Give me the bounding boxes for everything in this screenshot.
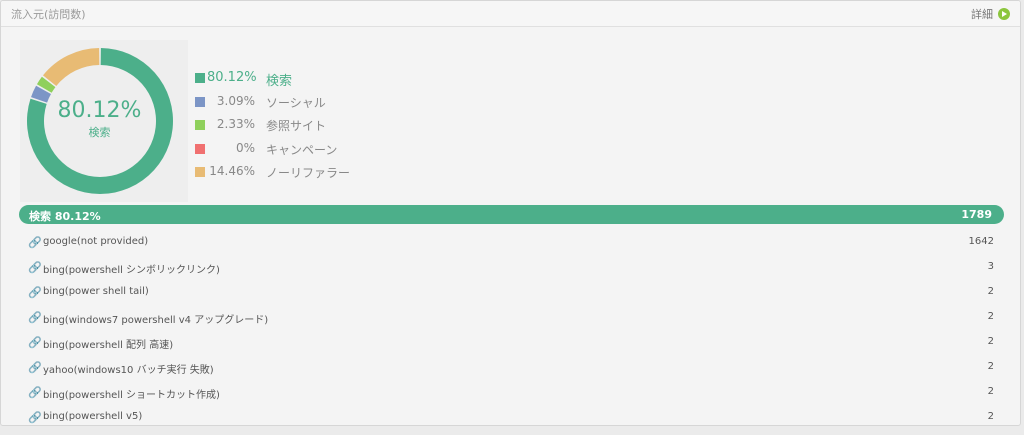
referrer-row[interactable]: 🔗 yahoo(windows10 バッチ実行 失敗) 2 [1, 359, 1020, 384]
link-icon: 🔗 [28, 261, 42, 274]
summary-count: 1789 [961, 208, 992, 221]
referrer-row[interactable]: 🔗 bing(powershell シンボリックリンク) 3 [1, 259, 1020, 284]
donut-slice-4[interactable]: ノーリファラー [42, 48, 100, 87]
referrer-row[interactable]: 🔗 bing(powershell v5) 2 [1, 409, 1020, 425]
legend-name: ノーリファラー [266, 166, 351, 180]
referrer-name: bing(powershell ショートカット作成) [43, 390, 220, 401]
detail-link[interactable]: 詳細 [971, 6, 1010, 22]
referrer-name: bing(power shell tail) [43, 286, 149, 297]
legend-percent: 2.33% [216, 117, 255, 131]
referrer-row[interactable]: 🔗 bing(windows7 powershell v4 アップグレード) 2 [1, 309, 1020, 334]
legend-percent: 3.09% [216, 93, 255, 108]
referrer-count: 3 [987, 261, 994, 272]
legend-swatch [195, 96, 205, 107]
legend-percent: 0% [235, 140, 255, 155]
link-icon: 🔗 [28, 361, 42, 374]
referrer-count: 2 [987, 411, 994, 422]
referrer-name: bing(powershell 配列 高速) [43, 340, 174, 351]
referrer-row[interactable]: 🔗 google(not provided) 1642 [1, 234, 1020, 259]
link-icon: 🔗 [28, 336, 42, 349]
referrer-name: bing(powershell v5) [43, 411, 143, 422]
legend-swatch [195, 73, 205, 83]
legend-name: 検索 [266, 74, 293, 89]
donut-center-percent: 80.12% [57, 98, 142, 123]
donut-chart: 検索ソーシャル参照サイトノーリファラー 80.12% 検索 [20, 40, 188, 202]
referrer-row[interactable]: 🔗 bing(powershell 配列 高速) 2 [1, 334, 1020, 359]
detail-label: 詳細 [971, 8, 993, 21]
referrer-name: bing(windows7 powershell v4 アップグレード) [43, 315, 269, 326]
donut-center-label: 検索 [88, 126, 111, 139]
link-icon: 🔗 [28, 311, 42, 324]
link-icon: 🔗 [28, 411, 42, 424]
legend-swatch [195, 167, 205, 177]
referrer-count: 2 [987, 336, 994, 347]
arrow-right-circle-icon [998, 8, 1010, 20]
referrer-name: yahoo(windows10 バッチ実行 失敗) [43, 365, 214, 376]
referrer-count: 2 [987, 311, 994, 322]
legend-name: 参照サイト [266, 119, 327, 133]
referrer-count: 1642 [968, 236, 994, 247]
referrer-name: google(not provided) [43, 236, 149, 247]
search-summary-bar[interactable]: 検索 80.12% 1789 [19, 205, 1004, 224]
legend-name: キャンペーン [266, 142, 338, 157]
traffic-source-panel: 流入元(訪問数) 詳細 検索ソーシャル参照サイトノーリファラー 80.12% 検… [0, 0, 1021, 426]
panel-header: 流入元(訪問数) 詳細 [1, 1, 1020, 27]
legend-name: ソーシャル [266, 95, 326, 110]
referrer-name: bing(powershell シンボリックリンク) [43, 265, 220, 276]
referrer-row[interactable]: 🔗 bing(powershell ショートカット作成) 2 [1, 384, 1020, 409]
summary-label: 検索 80.12% [29, 210, 101, 223]
legend-swatch [195, 120, 205, 130]
legend-swatch [195, 143, 205, 154]
referrer-count: 2 [987, 361, 994, 372]
link-icon: 🔗 [28, 386, 42, 399]
referrer-count: 2 [987, 386, 994, 397]
referrer-row[interactable]: 🔗 bing(power shell tail) 2 [1, 284, 1020, 309]
legend-percent: 14.46% [209, 164, 255, 178]
link-icon: 🔗 [28, 286, 42, 299]
panel-title: 流入元(訪問数) [11, 8, 86, 21]
link-icon: 🔗 [28, 236, 42, 249]
referrer-count: 2 [987, 286, 994, 297]
legend-percent: 80.12% [207, 70, 257, 85]
